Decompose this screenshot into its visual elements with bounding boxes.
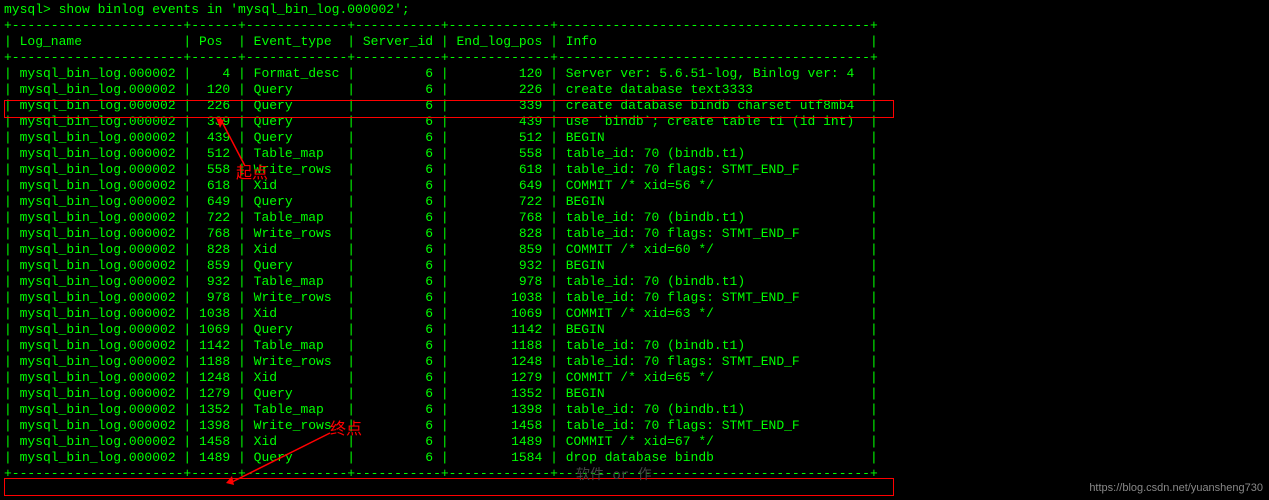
table-row: | mysql_bin_log.000002 | 4 | Format_desc… (4, 66, 1265, 82)
table-row: | mysql_bin_log.000002 | 512 | Table_map… (4, 146, 1265, 162)
header-row: | Log_name | Pos | Event_type | Server_i… (4, 34, 1265, 50)
table-row: | mysql_bin_log.000002 | 1352 | Table_ma… (4, 402, 1265, 418)
table-row: | mysql_bin_log.000002 | 1188 | Write_ro… (4, 354, 1265, 370)
table-row: | mysql_bin_log.000002 | 439 | Query | 6… (4, 130, 1265, 146)
table-row: | mysql_bin_log.000002 | 828 | Xid | 6 |… (4, 242, 1265, 258)
table-row: | mysql_bin_log.000002 | 558 | Write_row… (4, 162, 1265, 178)
table-row: | mysql_bin_log.000002 | 1489 | Query | … (4, 450, 1265, 466)
table-row: | mysql_bin_log.000002 | 1069 | Query | … (4, 322, 1265, 338)
table-row: | mysql_bin_log.000002 | 1398 | Write_ro… (4, 418, 1265, 434)
command-line[interactable]: mysql> show binlog events in 'mysql_bin_… (4, 2, 1265, 18)
table-row: | mysql_bin_log.000002 | 1248 | Xid | 6 … (4, 370, 1265, 386)
table-row: | mysql_bin_log.000002 | 1142 | Table_ma… (4, 338, 1265, 354)
table-row: | mysql_bin_log.000002 | 1458 | Xid | 6 … (4, 434, 1265, 450)
table-row: | mysql_bin_log.000002 | 649 | Query | 6… (4, 194, 1265, 210)
separator-line: +----------------------+------+---------… (4, 50, 1265, 66)
table-row: | mysql_bin_log.000002 | 932 | Table_map… (4, 274, 1265, 290)
table-row: | mysql_bin_log.000002 | 226 | Query | 6… (4, 98, 1265, 114)
table-row: | mysql_bin_log.000002 | 1038 | Xid | 6 … (4, 306, 1265, 322)
separator-line: +----------------------+------+---------… (4, 466, 1265, 482)
terminal-output: mysql> show binlog events in 'mysql_bin_… (0, 0, 1269, 484)
table-row: | mysql_bin_log.000002 | 339 | Query | 6… (4, 114, 1265, 130)
table-row: | mysql_bin_log.000002 | 120 | Query | 6… (4, 82, 1265, 98)
table-row: | mysql_bin_log.000002 | 722 | Table_map… (4, 210, 1265, 226)
table-row: | mysql_bin_log.000002 | 618 | Xid | 6 |… (4, 178, 1265, 194)
separator-line: +----------------------+------+---------… (4, 18, 1265, 34)
table-row: | mysql_bin_log.000002 | 859 | Query | 6… (4, 258, 1265, 274)
table-row: | mysql_bin_log.000002 | 1279 | Query | … (4, 386, 1265, 402)
table-row: | mysql_bin_log.000002 | 768 | Write_row… (4, 226, 1265, 242)
table-row: | mysql_bin_log.000002 | 978 | Write_row… (4, 290, 1265, 306)
source-link: https://blog.csdn.net/yuansheng730 (1089, 480, 1263, 496)
